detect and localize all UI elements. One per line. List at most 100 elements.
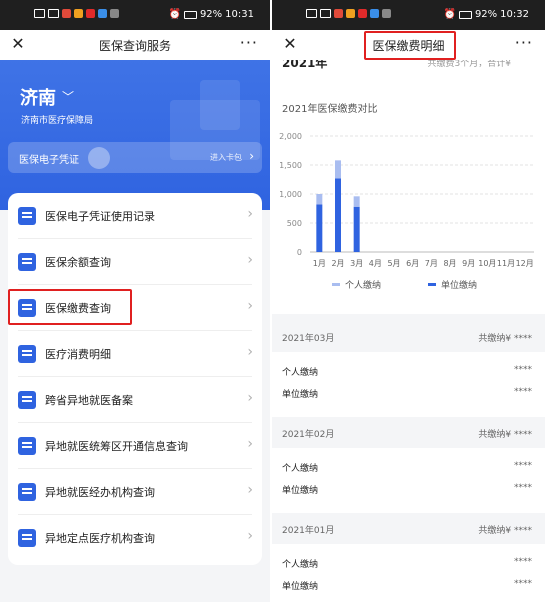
app-notification-icon xyxy=(358,9,367,18)
certificate-record-icon xyxy=(18,207,36,225)
employer-label: 单位缴纳 xyxy=(282,582,319,592)
chart-bar xyxy=(353,206,360,252)
x-tick-label: 5月 xyxy=(387,259,400,268)
y-tick-label: 500 xyxy=(287,219,302,228)
menu-item-consumption[interactable]: 医疗消费明细 › xyxy=(8,331,262,377)
menu-item-balance[interactable]: 医保余额查询 › xyxy=(8,239,262,285)
city-selector[interactable]: 济南 xyxy=(20,84,56,110)
employer-label: 单位缴纳 xyxy=(282,390,319,400)
signal-icon xyxy=(48,9,59,18)
balance-icon xyxy=(18,253,36,271)
record-header-january: 2021年01月 共缴纳¥ **** xyxy=(272,514,545,544)
chevron-right-icon: › xyxy=(247,252,253,268)
record-total: 共缴纳¥ **** xyxy=(478,526,532,536)
x-tick-label: 2月 xyxy=(331,259,344,268)
more-menu-icon[interactable]: ··· xyxy=(240,33,258,52)
service-menu: 医保电子凭证使用记录 › 医保余额查询 › 医保缴费查询 › 医疗消费明细 › xyxy=(8,193,262,565)
x-tick-label: 12月 xyxy=(516,259,534,268)
chart-bar xyxy=(335,160,341,179)
highlight-box xyxy=(364,31,456,60)
chart-bar xyxy=(316,194,323,205)
decoration-cross xyxy=(200,80,240,130)
alarm-icon: ⏰ xyxy=(443,9,456,20)
y-tick-label: 2,000 xyxy=(279,132,302,141)
x-tick-label: 6月 xyxy=(406,259,419,268)
chevron-down-icon[interactable]: ﹀ xyxy=(62,88,74,105)
left-phone-screen: ⏰ 92% 10:31 ✕ 医保查询服务 ··· 济南 ﹀ 济南市医疗保障局 医… xyxy=(0,0,270,602)
chevron-right-icon: › xyxy=(247,436,253,452)
battery-icon xyxy=(458,10,472,19)
signal-icon xyxy=(320,9,331,18)
y-tick-label: 1,000 xyxy=(279,190,302,199)
bureau-name: 济南市医疗保障局 xyxy=(21,116,94,126)
app-notification-icon xyxy=(382,9,391,18)
x-tick-label: 7月 xyxy=(425,259,438,268)
status-left-icons xyxy=(306,9,391,18)
chevron-right-icon: › xyxy=(247,390,253,406)
alarm-icon: ⏰ xyxy=(168,9,181,20)
record-total: 共缴纳¥ **** xyxy=(478,430,532,440)
signal-icon xyxy=(34,9,45,18)
x-tick-label: 9月 xyxy=(462,259,475,268)
menu-item-hospital[interactable]: 异地定点医疗机构查询 › xyxy=(8,515,262,561)
employer-value: **** xyxy=(514,483,532,493)
city-header: 济南 ﹀ 济南市医疗保障局 医保电子凭证 进入卡包 › xyxy=(0,60,270,210)
menu-item-label: 异地就医统筹区开通信息查询 xyxy=(45,440,188,453)
battery-percent: 92% xyxy=(199,9,223,20)
record-month: 2021年02月 xyxy=(282,430,335,440)
legend-swatch xyxy=(428,283,436,286)
cross-province-icon xyxy=(18,391,36,409)
card-label: 医保电子凭证 xyxy=(19,155,79,166)
screenshot-root: ⏰ 92% 10:31 ✕ 医保查询服务 ··· 济南 ﹀ 济南市医疗保障局 医… xyxy=(0,0,545,602)
consumption-detail-icon xyxy=(18,345,36,363)
chart-bar xyxy=(353,196,360,207)
app-notification-icon xyxy=(86,9,95,18)
legend-label: 单位缴纳 xyxy=(441,281,478,291)
personal-value: **** xyxy=(514,461,532,471)
enter-wallet-link[interactable]: 进入卡包 xyxy=(210,152,242,163)
x-tick-label: 1月 xyxy=(313,259,326,268)
status-bar: ⏰ 92% 10:31 xyxy=(0,0,270,30)
record-body-february: 个人缴纳 **** 单位缴纳 **** xyxy=(272,448,545,513)
app-notification-icon xyxy=(370,9,379,18)
signal-icon xyxy=(306,9,317,18)
chart-card: 2021年医保缴费对比 0 500 1,000 1,500 2,000 1月 2月 3月 4月 5… xyxy=(272,72,545,314)
record-month: 2021年01月 xyxy=(282,526,335,536)
app-notification-icon xyxy=(334,9,343,18)
nav-bar: ✕ 医保查询服务 ··· xyxy=(0,30,270,60)
status-time: 10:32 xyxy=(500,9,529,20)
menu-item-remote-info[interactable]: 异地就医统筹区开通信息查询 › xyxy=(8,423,262,469)
personal-value: **** xyxy=(514,365,532,375)
personal-label: 个人缴纳 xyxy=(282,368,319,378)
agency-icon xyxy=(18,483,36,501)
payment-detail-content: 2021年 共缴费3个月，合计¥ 2021年医保缴费对比 0 500 1,000 1,… xyxy=(272,60,545,602)
menu-item-certificate-record[interactable]: 医保电子凭证使用记录 › xyxy=(8,193,262,239)
chart-bar xyxy=(335,178,341,252)
medical-certificate-card[interactable]: 医保电子凭证 进入卡包 › xyxy=(8,142,262,173)
x-tick-label: 11月 xyxy=(497,259,515,268)
x-tick-label: 10月 xyxy=(478,259,496,268)
more-menu-icon[interactable]: ··· xyxy=(515,33,533,52)
legend-label: 个人缴纳 xyxy=(345,281,382,291)
record-body-january: 个人缴纳 **** 单位缴纳 **** xyxy=(272,544,545,602)
legend-item-employer: 单位缴纳 xyxy=(428,278,477,291)
hospital-icon xyxy=(18,529,36,547)
chevron-right-icon: › xyxy=(247,344,253,360)
menu-item-label: 异地就医经办机构查询 xyxy=(45,486,155,499)
chevron-right-icon: › xyxy=(247,482,253,498)
x-tick-label: 8月 xyxy=(443,259,456,268)
status-bar: ⏰ 92% 10:32 xyxy=(272,0,545,30)
page-title: 医保查询服务 xyxy=(98,39,171,53)
menu-item-agency[interactable]: 异地就医经办机构查询 › xyxy=(8,469,262,515)
personal-label: 个人缴纳 xyxy=(282,560,319,570)
app-notification-icon xyxy=(62,9,71,18)
status-right-icons: ⏰ 92% 10:31 xyxy=(168,9,254,20)
year-row: 2021年 共缴费3个月，合计¥ xyxy=(272,60,545,72)
menu-item-label: 跨省异地就医备案 xyxy=(45,394,133,407)
personal-label: 个人缴纳 xyxy=(282,464,319,474)
menu-item-label: 医疗消费明细 xyxy=(45,348,111,361)
year-selector[interactable]: 2021年 xyxy=(282,60,327,71)
y-tick-label: 1,500 xyxy=(279,161,302,170)
employer-label: 单位缴纳 xyxy=(282,486,319,496)
menu-item-cross-province[interactable]: 跨省异地就医备案 › xyxy=(8,377,262,423)
